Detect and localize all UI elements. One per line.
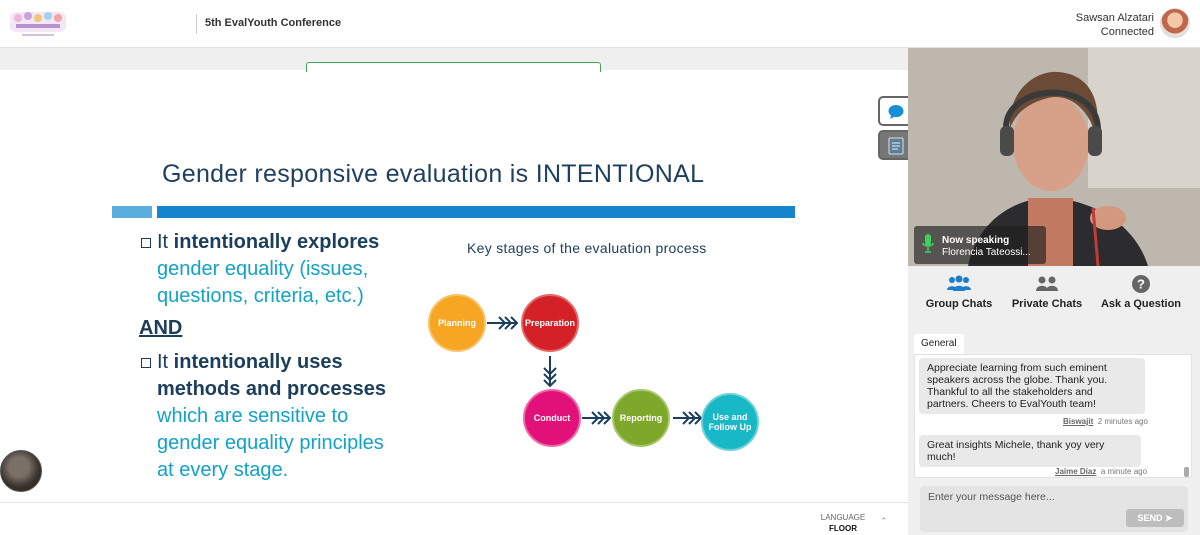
- notes-icon: [888, 137, 904, 155]
- chat-bubble-icon: [888, 105, 904, 119]
- tab-group-chats[interactable]: Group Chats: [912, 274, 1006, 310]
- chat-message-meta: Biswajit 2 minutes ago: [1063, 417, 1148, 426]
- tab-private-chats-label: Private Chats: [1011, 298, 1083, 310]
- chat-tabs: Group Chats Private Chats ? Ask a Questi…: [908, 266, 1200, 324]
- tab-group-chats-label: Group Chats: [925, 298, 993, 310]
- connection-status: Connected: [1100, 26, 1154, 38]
- chat-message-text: Appreciate learning from such eminent sp…: [927, 362, 1108, 410]
- notes-toggle-button[interactable]: [878, 130, 908, 160]
- tab-ask-question-label: Ask a Question: [1100, 298, 1182, 310]
- user-name: Sawsan Alzatari: [1075, 12, 1154, 24]
- arrow-conduct-reporting: [582, 411, 612, 425]
- speaker-name: Florencia Tateossi...: [942, 247, 1031, 258]
- chat-message-meta: Jaime Díaz a minute ago: [1055, 467, 1147, 476]
- presentation-stage: Gender responsive evaluation is INTENTIO…: [0, 48, 908, 535]
- self-camera-bubble[interactable]: [0, 450, 42, 492]
- header-divider: [196, 14, 197, 34]
- chat-message-author[interactable]: Biswajit: [1063, 417, 1093, 426]
- tab-private-chats[interactable]: Private Chats: [1000, 274, 1094, 310]
- private-chat-icon: [1036, 276, 1058, 291]
- user-avatar[interactable]: [1160, 8, 1190, 38]
- chat-scrollbar-thumb[interactable]: [1184, 467, 1189, 477]
- user-info: Sawsan Alzatari Connected: [1076, 11, 1154, 39]
- arrow-preparation-conduct: [543, 356, 557, 388]
- now-speaking-label: Now speaking: [942, 235, 1010, 246]
- stage-use-follow-up: Use and Follow Up: [701, 393, 759, 451]
- stage-reporting-label: Reporting: [620, 413, 663, 423]
- side-panel: Now speaking Florencia Tateossi... Group…: [908, 48, 1200, 535]
- channel-general-tab[interactable]: General: [914, 334, 964, 354]
- chat-message: Appreciate learning from such eminent sp…: [919, 358, 1145, 414]
- conference-title: 5th EvalYouth Conference: [205, 17, 342, 29]
- chevron-up-icon[interactable]: ⌃: [880, 516, 888, 527]
- chat-message-author[interactable]: Jaime Díaz: [1055, 467, 1096, 476]
- bottom-bar: LANGUAGE FLOOR ⌃: [0, 502, 908, 535]
- chat-input-box: SEND ➤: [920, 486, 1188, 532]
- stage-planning: Planning: [428, 294, 486, 352]
- stage-conduct: Conduct: [523, 389, 581, 447]
- arrow-reporting-followup: [673, 411, 703, 425]
- question-icon: ?: [1132, 275, 1150, 293]
- chat-message-input[interactable]: [920, 486, 1188, 508]
- evalyouth-logo[interactable]: [8, 6, 68, 42]
- stage-preparation: Preparation: [521, 294, 579, 352]
- chat-message-list[interactable]: Appreciate learning from such eminent sp…: [914, 354, 1192, 478]
- send-icon: ➤: [1164, 513, 1173, 523]
- stage-conduct-label: Conduct: [534, 413, 571, 423]
- language-label: LANGUAGE: [820, 513, 866, 522]
- stage-reporting: Reporting: [612, 389, 670, 447]
- send-button-label: SEND: [1137, 513, 1163, 523]
- chat-message: Great insights Michele, thank yoy very m…: [919, 435, 1141, 467]
- language-selector[interactable]: FLOOR: [816, 524, 870, 533]
- tab-ask-question[interactable]: ? Ask a Question: [1094, 274, 1188, 310]
- chat-message-text: Great insights Michele, thank yoy very m…: [927, 439, 1105, 463]
- arrow-planning-preparation: [487, 316, 519, 330]
- top-header: 5th EvalYouth Conference Sawsan Alzatari…: [0, 0, 1200, 48]
- chat-message-time: a minute ago: [1100, 467, 1148, 476]
- stage-follow-up-label: Follow Up: [709, 422, 752, 432]
- stage-preparation-label: Preparation: [525, 318, 575, 328]
- evaluation-process-diagram: Planning Preparation Conduct Reporting U…: [428, 294, 759, 451]
- svg-text:?: ?: [1137, 277, 1145, 292]
- chat-message-time: 2 minutes ago: [1097, 417, 1148, 426]
- speaker-video[interactable]: Now speaking Florencia Tateossi...: [908, 48, 1200, 266]
- send-button[interactable]: SEND ➤: [1126, 509, 1184, 527]
- stage-use-label: Use and: [712, 412, 747, 422]
- chat-toggle-button[interactable]: [878, 96, 908, 126]
- stage-planning-label: Planning: [438, 318, 476, 328]
- chat-scrollbar[interactable]: [1183, 359, 1189, 477]
- now-speaking-tag: Now speaking Florencia Tateossi...: [914, 226, 1046, 264]
- microphone-icon: [922, 234, 934, 253]
- group-icon: [947, 275, 971, 291]
